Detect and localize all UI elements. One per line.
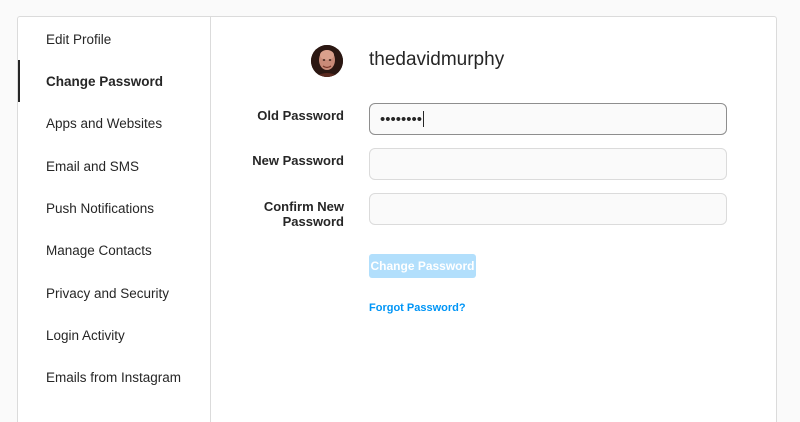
forgot-password-link[interactable]: Forgot Password? <box>369 302 466 314</box>
sidebar-item-label: Edit Profile <box>46 31 112 47</box>
profile-photo-icon <box>311 45 343 77</box>
sidebar-item-email-and-sms[interactable]: Email and SMS <box>18 145 210 187</box>
new-password-label: New Password <box>252 153 344 168</box>
sidebar-item-edit-profile[interactable]: Edit Profile <box>18 18 210 60</box>
confirm-password-label: Confirm New Password <box>212 199 344 229</box>
settings-sidebar: Edit Profile Change Password Apps and We… <box>18 17 211 422</box>
sidebar-item-label: Manage Contacts <box>46 242 152 258</box>
sidebar-item-label: Privacy and Security <box>46 285 170 301</box>
old-password-field[interactable]: •••••••• <box>369 103 727 135</box>
sidebar-item-apps-and-websites[interactable]: Apps and Websites <box>18 102 210 144</box>
confirm-password-label-line1: Confirm New <box>263 199 344 214</box>
sidebar-item-emails-from-instagram[interactable]: Emails from Instagram <box>18 356 210 398</box>
change-password-form: thedavidmurphy Old Password •••••••• New… <box>212 17 776 422</box>
sidebar-item-manage-contacts[interactable]: Manage Contacts <box>18 229 210 271</box>
sidebar-item-login-activity[interactable]: Login Activity <box>18 314 210 356</box>
sidebar-item-push-notifications[interactable]: Push Notifications <box>18 187 210 229</box>
sidebar-item-label: Change Password <box>46 73 164 89</box>
confirm-password-field[interactable] <box>369 193 727 225</box>
username: thedavidmurphy <box>369 49 505 70</box>
sidebar-item-label: Login Activity <box>46 327 125 343</box>
new-password-field[interactable] <box>369 148 727 180</box>
sidebar-item-change-password[interactable]: Change Password <box>18 60 210 102</box>
settings-panel: Edit Profile Change Password Apps and We… <box>17 16 777 422</box>
avatar <box>311 45 343 77</box>
old-password-value: •••••••• <box>380 110 423 128</box>
text-caret <box>423 111 425 127</box>
sidebar-item-label: Email and SMS <box>46 158 140 174</box>
sidebar-item-label: Emails from Instagram <box>46 369 182 385</box>
confirm-password-label-line2: Password <box>282 214 344 229</box>
change-password-button[interactable]: Change Password <box>369 254 476 278</box>
sidebar-item-label: Push Notifications <box>46 200 155 216</box>
old-password-label: Old Password <box>257 108 344 123</box>
sidebar-item-label: Apps and Websites <box>46 115 163 131</box>
sidebar-item-privacy-and-security[interactable]: Privacy and Security <box>18 272 210 314</box>
